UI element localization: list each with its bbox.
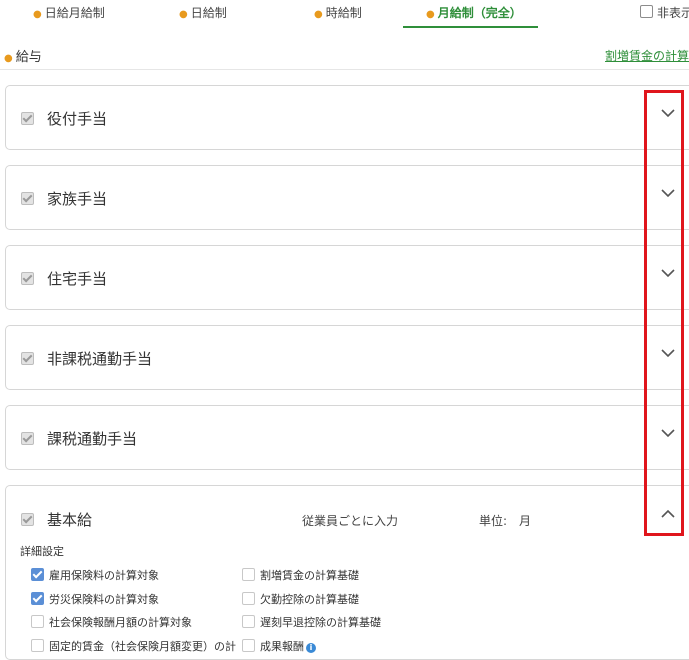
option-label: 雇用保険料の計算対象 xyxy=(49,569,159,582)
checkbox-icon xyxy=(242,615,255,628)
hide-checkbox[interactable]: 非表示 xyxy=(640,4,689,21)
checkbox-icon xyxy=(31,639,44,652)
option-employment-insurance[interactable]: 雇用保険料の計算対象 xyxy=(31,567,159,582)
tab-daily-monthly[interactable]: ● 日給月給制 xyxy=(33,4,105,21)
tab-label: 日給月給制 xyxy=(44,6,105,20)
option-label: 労災保険料の計算対象 xyxy=(49,593,159,606)
tab-label: 日給制 xyxy=(190,6,227,20)
allowance-card-housing: 住宅手当 xyxy=(5,245,689,310)
option-label: 社会保険報酬月額の計算対象 xyxy=(49,616,192,629)
option-label: 割増賃金の計算基礎 xyxy=(260,569,359,582)
option-workers-comp[interactable]: 労災保険料の計算対象 xyxy=(31,591,159,606)
option-absence-deduction-basis[interactable]: 欠勤控除の計算基礎 xyxy=(242,591,359,606)
chevron-down-icon[interactable] xyxy=(660,105,676,121)
tab-label: 時給制 xyxy=(325,6,362,20)
allowance-checkbox[interactable] xyxy=(21,272,34,285)
option-premium-wage-basis[interactable]: 割増賃金の計算基礎 xyxy=(242,567,359,582)
allowance-label: 家族手当 xyxy=(47,190,108,208)
base-salary-label: 基本給 xyxy=(47,511,93,529)
base-salary-checkbox[interactable] xyxy=(21,513,34,526)
allowance-label: 非課税通勤手当 xyxy=(47,350,153,368)
allowance-checkbox[interactable] xyxy=(21,352,34,365)
tab-monthly-full[interactable]: ● 月給制（完全） xyxy=(426,4,522,21)
chevron-down-icon[interactable] xyxy=(660,265,676,281)
tab-dot-icon: ● xyxy=(33,9,42,20)
checkbox-icon xyxy=(242,568,255,581)
allowance-card-taxable-commute: 課税通勤手当 xyxy=(5,405,689,470)
checkbox-checked-icon xyxy=(31,568,44,581)
detail-settings-title: 詳細設定 xyxy=(20,545,64,558)
checkbox-icon xyxy=(242,639,255,652)
checkbox-icon xyxy=(640,5,653,18)
chevron-down-icon[interactable] xyxy=(660,425,676,441)
allowance-checkbox[interactable] xyxy=(21,432,34,445)
allowance-label: 課税通勤手当 xyxy=(47,430,138,448)
option-label: 欠勤控除の計算基礎 xyxy=(260,593,359,606)
allowance-card-nontaxable-commute: 非課税通勤手当 xyxy=(5,325,689,390)
checkbox-checked-icon xyxy=(31,592,44,605)
tab-daily[interactable]: ● 日給制 xyxy=(179,4,227,21)
allowance-card-family: 家族手当 xyxy=(5,165,689,230)
option-label: 遅刻早退控除の計算基礎 xyxy=(260,616,381,629)
option-label: 成果報酬 xyxy=(260,640,304,653)
chevron-down-icon[interactable] xyxy=(660,185,676,201)
section-dot-icon: ● xyxy=(4,53,13,64)
allowance-checkbox[interactable] xyxy=(21,112,34,125)
chevron-down-icon[interactable] xyxy=(660,345,676,361)
allowance-card-position: 役付手当 xyxy=(5,85,689,150)
allowance-checkbox[interactable] xyxy=(21,192,34,205)
tab-hourly[interactable]: ● 時給制 xyxy=(314,4,362,21)
chevron-up-icon[interactable] xyxy=(660,506,676,522)
section-divider xyxy=(0,69,689,70)
tab-label: 月給制（完全） xyxy=(437,6,522,20)
tab-dot-icon: ● xyxy=(179,9,188,20)
option-performance-pay[interactable]: 成果報酬 i xyxy=(242,638,316,653)
tab-dot-icon: ● xyxy=(314,9,323,20)
unit-value: 月 xyxy=(519,514,532,528)
option-label: 固定的賃金（社会保険月額変更）の計 xyxy=(49,640,236,653)
hide-label: 非表示 xyxy=(657,6,689,20)
premium-wage-link[interactable]: 割増賃金の計算基 xyxy=(605,47,689,64)
allowance-label: 役付手当 xyxy=(47,110,108,128)
checkbox-icon xyxy=(31,615,44,628)
option-social-insurance-monthly[interactable]: 社会保険報酬月額の計算対象 xyxy=(31,614,192,629)
checkbox-icon xyxy=(242,592,255,605)
pay-type-tabs: ● 日給月給制 ● 日給制 ● 時給制 ● 月給制（完全） 非表示 xyxy=(0,0,689,28)
allowance-label: 住宅手当 xyxy=(47,270,108,288)
section-title-text: 給与 xyxy=(15,50,42,65)
section-title: ● 給与 xyxy=(4,46,42,65)
option-fixed-wage[interactable]: 固定的賃金（社会保険月額変更）の計 xyxy=(31,638,236,653)
option-late-early-deduction-basis[interactable]: 遅刻早退控除の計算基礎 xyxy=(242,614,381,629)
input-mode-text: 従業員ごとに入力 xyxy=(302,514,399,528)
tab-dot-icon: ● xyxy=(426,9,435,20)
unit-label: 単位: xyxy=(479,514,508,528)
active-tab-underline xyxy=(403,26,538,28)
